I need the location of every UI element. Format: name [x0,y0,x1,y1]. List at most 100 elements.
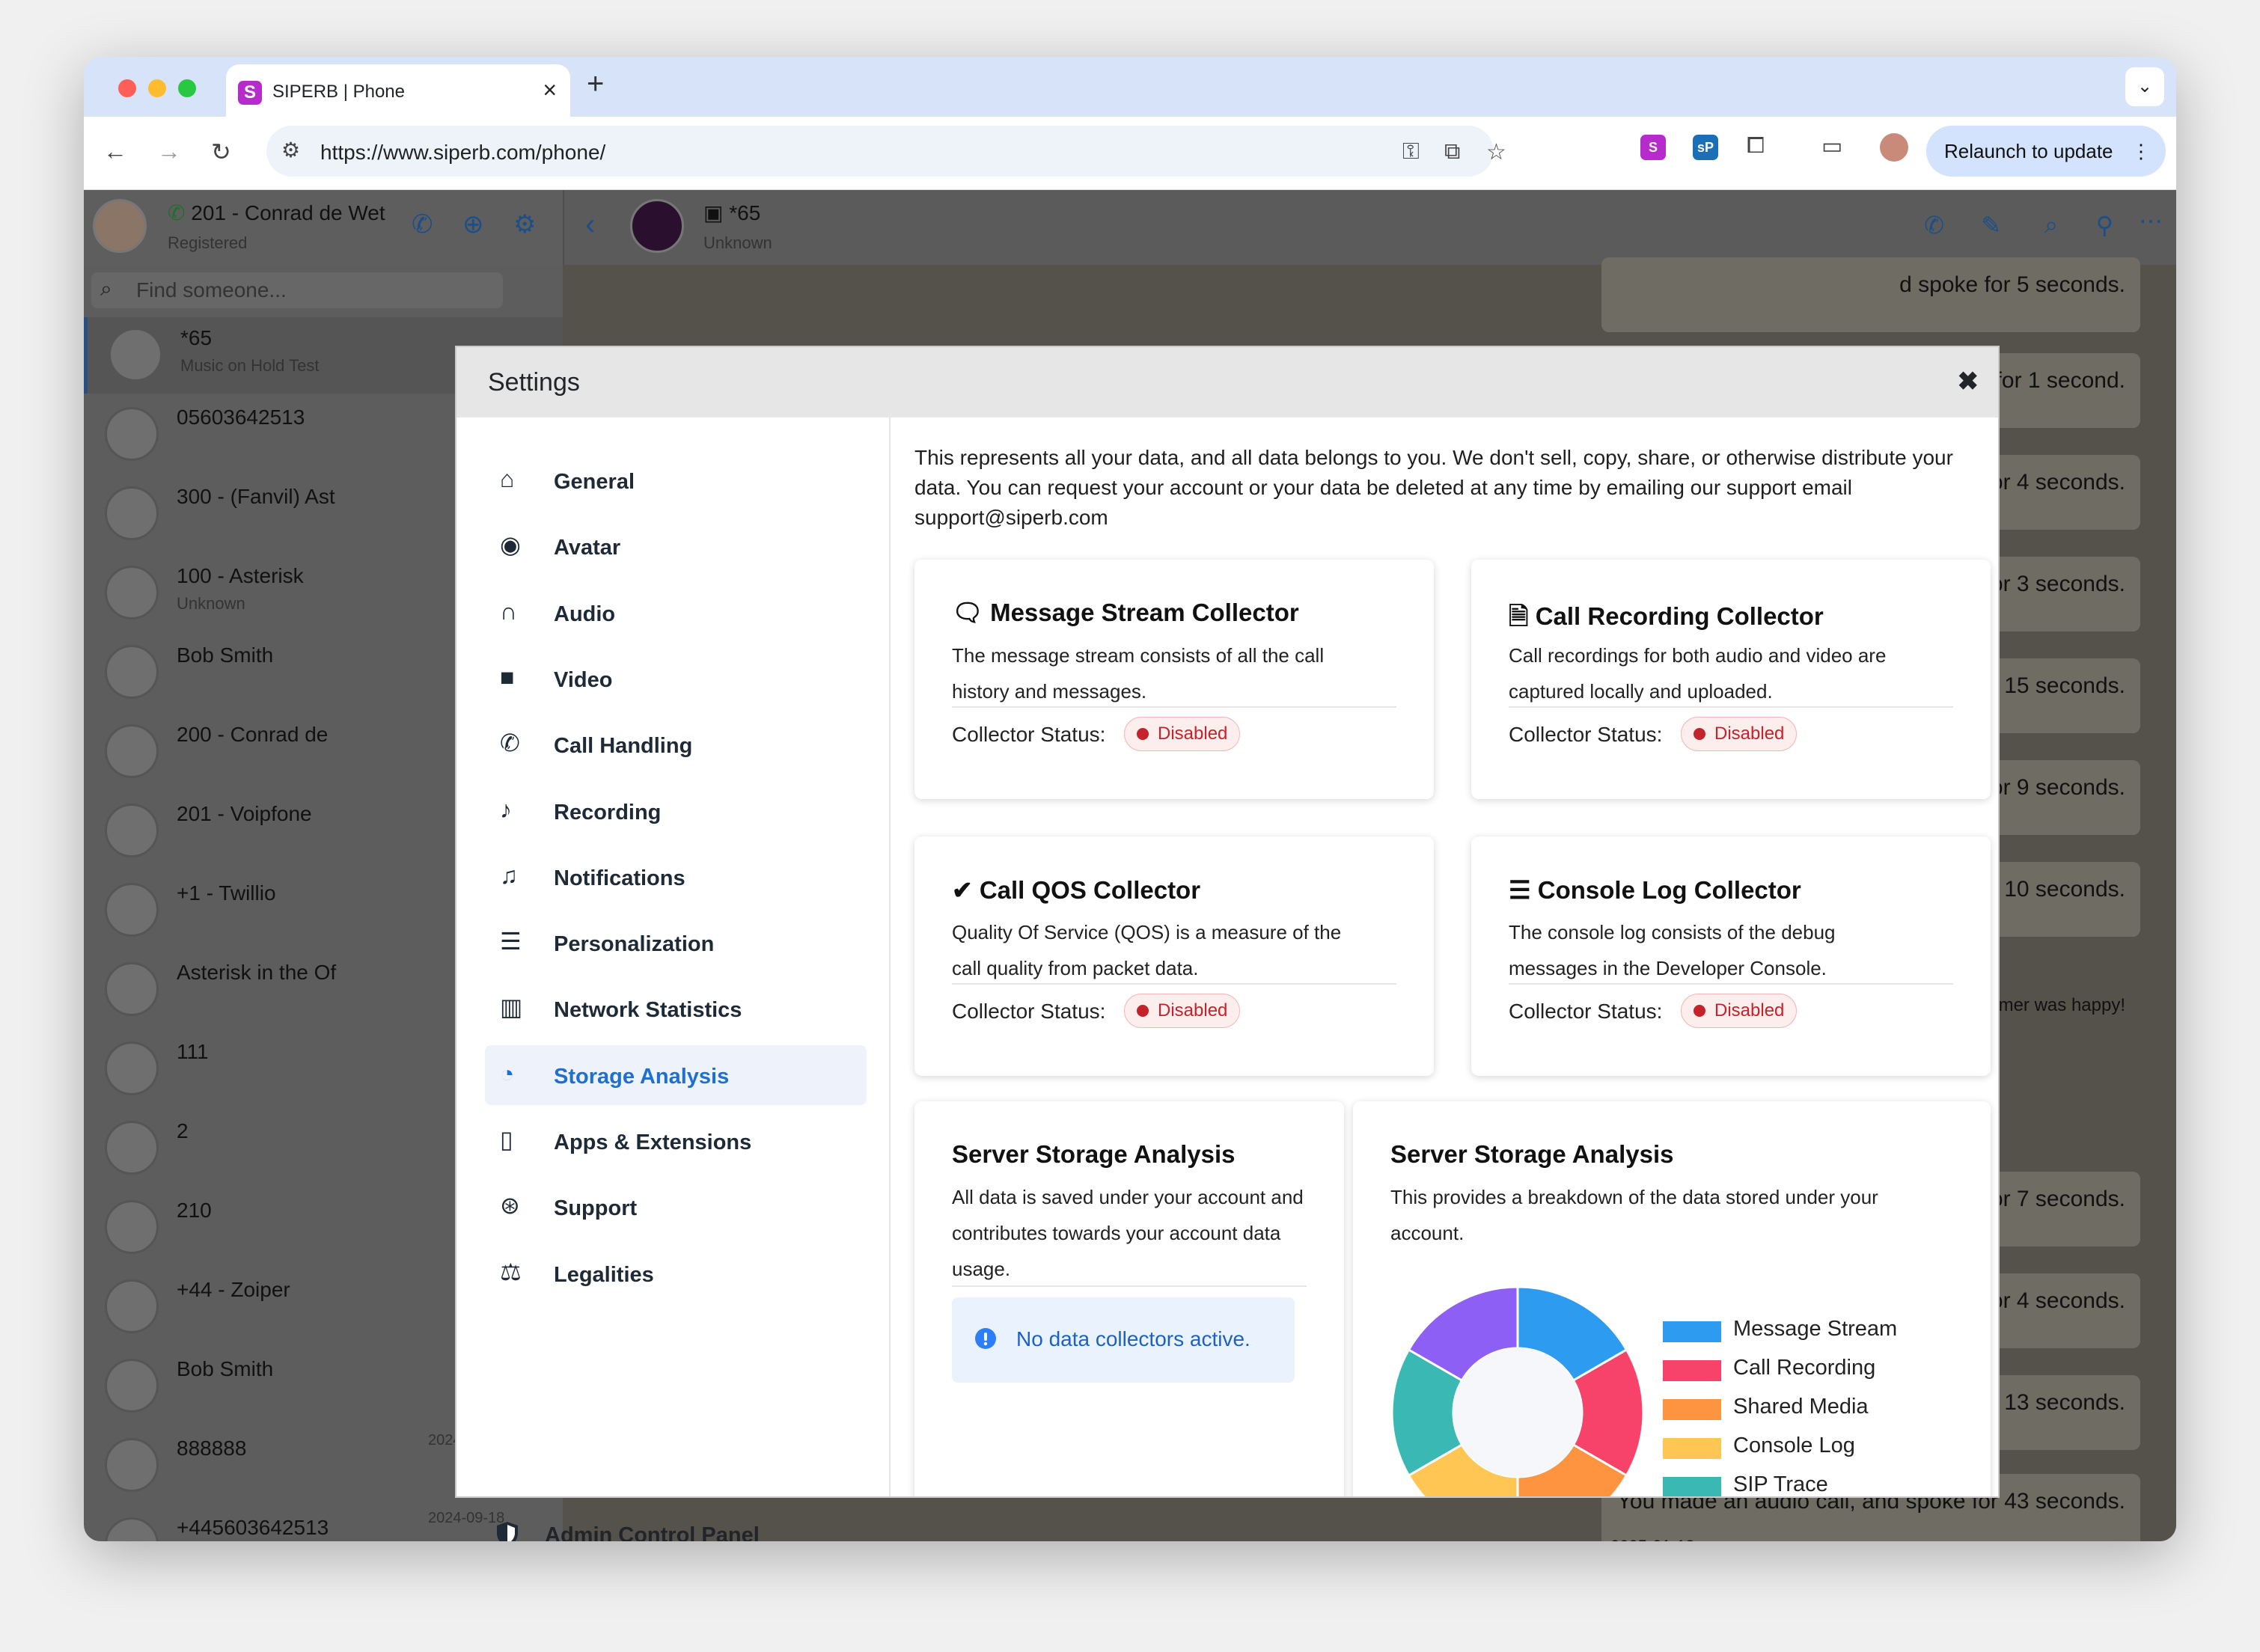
settings-menu-item[interactable]: ▯ Apps & Extensions [485,1111,867,1171]
message-stream-collector-card: 🗨 Message Stream Collector The message s… [914,560,1434,799]
call-icon[interactable]: ✆ [412,209,433,239]
find-someone-search[interactable]: ⌕ Find someone... [91,272,503,308]
divider [1509,983,1953,985]
call-recording-collector-card: 🗎 Call Recording Collector Call recordin… [1471,560,1991,799]
call-icon[interactable]: ✆ [1924,211,1944,239]
forward-icon[interactable]: → [157,138,181,165]
profile-avatar[interactable] [1880,133,1908,162]
settings-menu-label: Audio [554,602,616,626]
siperb-extension-icon[interactable]: S [1640,135,1666,160]
settings-menu-label: Storage Analysis [554,1064,730,1089]
more-icon[interactable]: ⋯ [2139,206,2163,235]
contact-avatar [105,1041,159,1095]
password-key-icon[interactable]: ⚿ [1402,139,1420,165]
card-title-text: Call Recording Collector [1535,602,1824,630]
lifebuoy-icon: ⊛ [500,1192,520,1220]
minimize-window-button[interactable] [148,79,166,97]
browser-toolbar: ← → ↻ ⚙ https://www.siperb.com/phone/ ⚿ … [84,117,2176,190]
collector-status-label: Collector Status: [952,1000,1106,1023]
bar-chart-icon: ▥ [500,994,523,1021]
contact-subtitle: Unknown [177,594,245,613]
settings-menu-item[interactable]: ♫ Notifications [485,847,867,907]
divider [1509,706,1953,708]
admin-control-panel-link[interactable]: Admin Control Panel [489,1505,864,1541]
tab-strip: S SIPERB | Phone × + ⌄ [84,57,2176,117]
close-icon[interactable]: ✖ [1958,367,1979,397]
more-menu-icon[interactable]: ⋮ [2131,126,2151,177]
my-avatar[interactable] [93,199,147,253]
sp-extension-icon[interactable]: sP [1693,135,1718,160]
tab-search-chevron-icon[interactable]: ⌄ [2125,67,2164,106]
legend-item[interactable]: Console Log [1663,1428,1947,1465]
settings-menu-item[interactable]: ■ Video [485,649,867,709]
cast-icon[interactable]: ▭ [1821,133,1842,159]
donut-hole [1453,1348,1582,1477]
settings-menu-item[interactable]: ∩ Audio [485,583,867,643]
relaunch-button[interactable]: Relaunch to update ⋮ [1926,126,2166,177]
tab-close-icon[interactable]: × [543,76,557,104]
settings-menu-item[interactable]: ◔ Storage Analysis [485,1044,867,1105]
add-user-icon[interactable]: ⊕ [462,209,484,239]
list-icon: ☰ [1509,876,1538,904]
legend-swatch [1663,1438,1721,1459]
phone-icon: ✆ [500,729,520,757]
settings-menu-item[interactable]: ◉ Avatar [485,516,867,576]
settings-menu-label: Apps & Extensions [554,1131,752,1154]
settings-menu-item[interactable]: ⚖ Legalities [485,1243,867,1303]
legend-swatch [1663,1321,1721,1342]
legend-item[interactable]: Call Recording [1663,1350,1947,1387]
maximize-window-button[interactable] [178,79,196,97]
sliders-icon: ☰ [500,928,522,955]
extensions-puzzle-icon[interactable]: ⧠ [1747,133,1765,159]
settings-menu-label: Network Statistics [554,998,742,1023]
pin-icon[interactable]: ⚲ [2096,211,2113,239]
back-icon[interactable]: ← [103,138,127,165]
back-chevron-icon[interactable]: ‹ [585,208,595,242]
legend-item[interactable]: Message Stream [1663,1311,1947,1348]
contact-avatar [105,407,159,461]
edit-pencil-icon[interactable]: ✎ [1981,211,2001,239]
comments-icon: 🗨 [952,599,991,626]
settings-menu-item[interactable]: ⌂ General [485,450,867,510]
site-settings-icon[interactable]: ⚙ [281,138,300,162]
settings-menu-item[interactable]: ▥ Network Statistics [485,979,867,1038]
settings-menu-item[interactable]: ☰ Personalization [485,913,867,973]
reload-icon[interactable]: ↻ [211,138,231,166]
status-badge: Disabled [1681,717,1798,751]
contact-avatar [105,1359,159,1413]
legend-item[interactable]: Shared Media [1663,1389,1947,1426]
search-icon: ⌕ [100,277,112,300]
contact-avatar [105,1121,159,1175]
contact-name: +445603642513 [177,1516,329,1539]
settings-menu-item[interactable]: ✆ Call Handling [485,715,867,774]
contact-name: 210 [177,1199,212,1222]
left-header: ✆ 201 - Conrad de Wet Registered ✆ ⊕ ⚙ [84,190,563,265]
status-badge: Disabled [1681,994,1798,1028]
legend-label: Console Log [1733,1434,1855,1457]
close-window-button[interactable] [118,79,136,97]
search-placeholder: Find someone... [136,278,287,302]
settings-menu-label: General [554,470,635,494]
settings-menu-item[interactable]: ⊛ Support [485,1177,867,1237]
settings-gear-icon[interactable]: ⚙ [513,209,536,239]
contact-name: Bob Smith [177,1357,274,1380]
address-bar[interactable]: ⚙ https://www.siperb.com/phone/ ⚿ ⧉ ☆ [266,126,1506,177]
settings-menu-label: Call Handling [554,734,693,759]
browser-tab[interactable]: S SIPERB | Phone × [226,64,570,117]
search-icon[interactable]: ⌕ [2044,211,2058,239]
legend-item[interactable]: SIP Trace [1663,1466,1947,1496]
audio-file-icon: 🗎 [1509,602,1536,630]
relaunch-label: Relaunch to update [1944,140,2113,162]
bookmark-star-icon[interactable]: ☆ [1486,139,1506,165]
alert-text: No data collectors active. [1016,1327,1250,1350]
contact-avatar [105,804,159,857]
card-title: ☰ Console Log Collector [1509,875,1801,905]
url-text[interactable]: https://www.siperb.com/phone/ [320,141,605,165]
phone-icon: ✆ [168,201,192,224]
new-tab-button[interactable]: + [587,67,604,101]
chat-message-date: 2025-01-13 [1610,1537,1695,1541]
open-external-icon[interactable]: ⧉ [1444,139,1460,165]
legend-swatch [1663,1360,1721,1381]
chat-title: ▣ *65 [703,201,761,224]
settings-menu-item[interactable]: ♪ Recording [485,781,867,841]
